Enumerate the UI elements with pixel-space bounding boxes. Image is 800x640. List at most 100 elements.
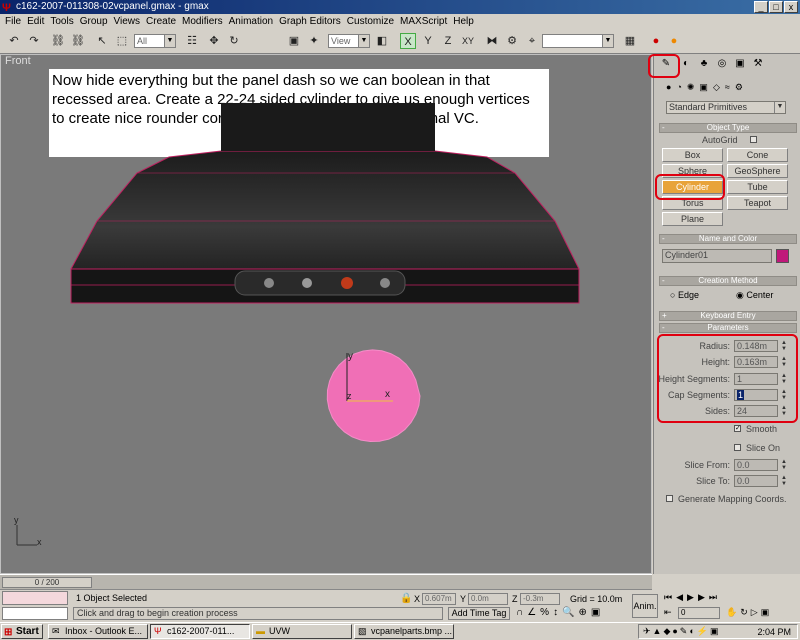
start-button[interactable]: ⊞ Start: [1, 624, 43, 639]
generate-mapping-checkbox[interactable]: [666, 495, 673, 502]
front-viewport[interactable]: Front Now hide everything but the panel …: [0, 54, 652, 574]
torus-button[interactable]: Torus: [662, 196, 723, 210]
cylinder-button[interactable]: Cylinder: [662, 180, 723, 194]
radius-spinner-icon[interactable]: ▲ ▼: [780, 340, 788, 352]
redo-icon[interactable]: ↷: [26, 33, 42, 49]
select-by-name-icon[interactable]: ☷: [184, 33, 200, 49]
sphere-button[interactable]: Sphere: [662, 164, 723, 178]
angle-snap-icon[interactable]: ∠: [527, 607, 536, 618]
menu-edit[interactable]: Edit: [24, 14, 47, 30]
pan-icon[interactable]: ✋: [726, 607, 737, 618]
slice-from-input[interactable]: 0.0: [734, 459, 778, 471]
systems-icon[interactable]: ⚙: [735, 82, 743, 93]
restrict-xy-icon[interactable]: XY: [460, 33, 476, 49]
smooth-checkbox[interactable]: ✓: [734, 425, 741, 432]
previous-frame-icon[interactable]: ◀: [676, 592, 683, 603]
fov-icon[interactable]: ▷: [751, 607, 758, 618]
maximize-viewport-icon[interactable]: ▣: [761, 607, 770, 618]
helpers-icon[interactable]: ◇: [713, 82, 720, 93]
menu-graph-editors[interactable]: Graph Editors: [276, 14, 344, 30]
name-color-rollout-header[interactable]: - Name and Color: [659, 234, 797, 244]
tube-button[interactable]: Tube: [727, 180, 788, 194]
zoom-icon[interactable]: 🔍: [562, 607, 574, 618]
restrict-y-icon[interactable]: Y: [420, 33, 436, 49]
menu-help[interactable]: Help: [450, 14, 477, 30]
current-frame-field[interactable]: 0: [678, 607, 720, 619]
height-input[interactable]: 0.163m: [734, 356, 778, 368]
maxscript-listener-mini[interactable]: [2, 591, 68, 605]
modify-tab-icon[interactable]: ◐: [679, 57, 693, 71]
render-scene-icon[interactable]: ●: [648, 33, 664, 49]
move-icon[interactable]: ✥: [206, 33, 222, 49]
y-coord-field[interactable]: 0.0m: [468, 593, 508, 605]
create-tab-icon[interactable]: ✎: [659, 57, 673, 71]
box-button[interactable]: Box: [662, 148, 723, 162]
motion-tab-icon[interactable]: ◎: [715, 57, 729, 71]
lock-selection-icon[interactable]: 🔒: [400, 593, 412, 604]
percent-snap-icon[interactable]: %: [540, 607, 549, 618]
creation-method-rollout-header[interactable]: - Creation Method: [659, 276, 797, 286]
plane-button[interactable]: Plane: [662, 212, 723, 226]
cap-segments-input[interactable]: 1: [734, 389, 778, 401]
cameras-icon[interactable]: ▣: [699, 82, 708, 93]
height-segments-input[interactable]: 1: [734, 373, 778, 385]
undo-icon[interactable]: ↶: [6, 33, 22, 49]
menu-group[interactable]: Group: [77, 14, 111, 30]
key-mode-icon[interactable]: ⇤: [664, 607, 672, 618]
snap-icon[interactable]: ⌖: [524, 33, 540, 49]
mirror-icon[interactable]: ⧓: [484, 33, 500, 49]
reference-coordinate-dropdown[interactable]: View ▼: [328, 34, 370, 48]
task-bmp-image[interactable]: ▧ vcpanelparts.bmp ...: [354, 624, 454, 639]
animate-button[interactable]: Anim.: [632, 594, 658, 618]
object-type-rollout-header[interactable]: - Object Type: [659, 123, 797, 133]
magnet-icon[interactable]: ∩: [516, 607, 523, 618]
add-time-tag-button[interactable]: Add Time Tag: [448, 607, 510, 620]
maxscript-input[interactable]: [2, 607, 68, 620]
cone-button[interactable]: Cone: [727, 148, 788, 162]
menu-tools[interactable]: Tools: [47, 14, 76, 30]
autogrid-checkbox[interactable]: [750, 136, 757, 143]
time-slider[interactable]: 0 / 200: [2, 577, 92, 588]
shapes-icon[interactable]: ◔: [676, 82, 681, 93]
next-frame-icon[interactable]: ▶: [698, 592, 705, 603]
tray-icons[interactable]: ✈▲◆●✎◐⚡▣: [643, 626, 721, 637]
time-slider-track[interactable]: 0 / 200: [0, 574, 652, 589]
height-spinner-icon[interactable]: ▲ ▼: [780, 356, 788, 368]
edge-radio[interactable]: ○ Edge: [670, 290, 699, 300]
play-icon[interactable]: ▶: [687, 592, 694, 603]
pivot-icon[interactable]: ✦: [306, 33, 322, 49]
slice-from-spinner-icon[interactable]: ▲ ▼: [780, 459, 788, 471]
x-coord-field[interactable]: 0.607m: [422, 593, 456, 605]
lights-icon[interactable]: ✺: [687, 82, 695, 93]
slice-to-input[interactable]: 0.0: [734, 475, 778, 487]
geosphere-button[interactable]: GeoSphere: [727, 164, 788, 178]
space-warps-icon[interactable]: ≈: [725, 82, 730, 93]
sides-spinner-icon[interactable]: ▲ ▼: [780, 405, 788, 417]
rotate-icon[interactable]: ↻: [226, 33, 242, 49]
sides-input[interactable]: 24: [734, 405, 778, 417]
use-center-icon[interactable]: ◧: [374, 33, 390, 49]
arc-rotate-icon[interactable]: ↻: [740, 607, 748, 618]
quick-render-icon[interactable]: ●: [666, 33, 682, 49]
go-to-end-icon[interactable]: ⏭: [709, 592, 717, 603]
task-gmax[interactable]: Ψc162-2007-011...: [150, 624, 250, 639]
panel-dash-mesh[interactable]: [70, 103, 580, 304]
display-tab-icon[interactable]: ▣: [733, 57, 747, 71]
utilities-tab-icon[interactable]: ⚒: [751, 57, 765, 71]
unlink-icon[interactable]: ⛓: [70, 33, 86, 49]
material-editor-icon[interactable]: ▦: [622, 33, 638, 49]
menu-file[interactable]: File: [2, 14, 24, 30]
menu-customize[interactable]: Customize: [344, 14, 397, 30]
teapot-button[interactable]: Teapot: [727, 196, 788, 210]
select-link-icon[interactable]: ⛓: [50, 33, 66, 49]
cap-segments-spinner-icon[interactable]: ▲ ▼: [780, 389, 788, 401]
height-segments-spinner-icon[interactable]: ▲ ▼: [780, 373, 788, 385]
selection-filter-dropdown[interactable]: All ▼: [134, 34, 176, 48]
keyboard-entry-rollout-header[interactable]: + Keyboard Entry: [659, 311, 797, 321]
zoom-all-icon[interactable]: ⊕: [579, 607, 587, 618]
zoom-extents-icon[interactable]: ▣: [591, 607, 600, 618]
task-outlook[interactable]: ✉ Inbox - Outlook E...: [48, 624, 148, 639]
object-name-input[interactable]: Cylinder01: [662, 249, 772, 263]
spinner-snap-icon[interactable]: ↕: [553, 607, 558, 618]
cylinder-object[interactable]: [326, 349, 421, 443]
